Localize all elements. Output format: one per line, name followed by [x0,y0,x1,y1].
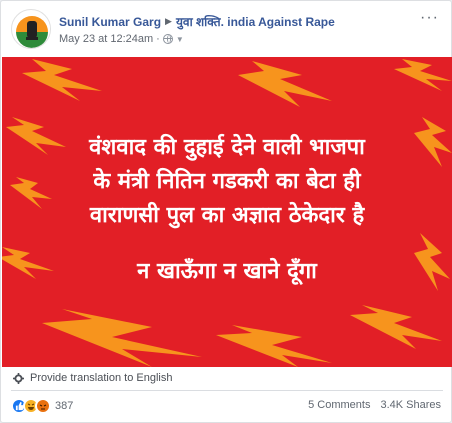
divider [11,390,443,391]
comments-count-link[interactable]: 5 Comments [308,399,370,411]
meta-separator: · [156,33,160,45]
post-card: Sunil Kumar Garg ▶ युवा शक्ति. india Aga… [0,0,452,423]
post-meta: May 23 at 12:24am · ▼ [59,33,184,45]
chevron-down-icon[interactable]: ▼ [176,35,184,44]
translation-bar: Provide translation to English [13,372,172,384]
post-author-line: Sunil Kumar Garg ▶ युवा शक्ति. india Aga… [59,13,335,30]
image-text: वंशवाद की दुहाई देने वाली भाजपा के मंत्र… [2,131,452,289]
more-options-button[interactable]: ··· [420,10,439,26]
post-stats: 5 Comments 3.4K Shares [308,399,441,411]
image-text-line-4: न खाऊँगा न खाने दूँगा [137,259,317,284]
image-text-line-1: वंशवाद की दुहाई देने वाली भाजपा [89,135,365,160]
group-name[interactable]: युवा शक्ति. india Against Rape [176,13,335,30]
shares-count-link[interactable]: 3.4K Shares [380,399,441,411]
angry-icon [35,398,51,414]
post-image[interactable]: वंशवाद की दुहाई देने वाली भाजपा के मंत्र… [2,57,452,367]
translate-link[interactable]: Provide translation to English [30,372,172,384]
gear-icon [13,372,24,384]
globe-icon [162,34,173,44]
caret-right-icon: ▶ [165,16,172,26]
author-name[interactable]: Sunil Kumar Garg [59,15,161,29]
avatar[interactable] [11,9,51,49]
image-text-line-2: के मंत्री नितिन गडकरी का बेटा ही [93,169,361,194]
reaction-count: 387 [55,400,74,412]
avatar-logo-icon [13,11,50,48]
post-header: Sunil Kumar Garg ▶ युवा शक्ति. india Aga… [11,9,443,51]
more-horizontal-icon: ··· [420,9,439,26]
image-text-line-3: वाराणसी पुल का अज्ञात ठेकेदार है [89,203,365,228]
post-timestamp[interactable]: May 23 at 12:24am [59,33,153,45]
reactions-summary[interactable]: 387 [11,398,73,414]
